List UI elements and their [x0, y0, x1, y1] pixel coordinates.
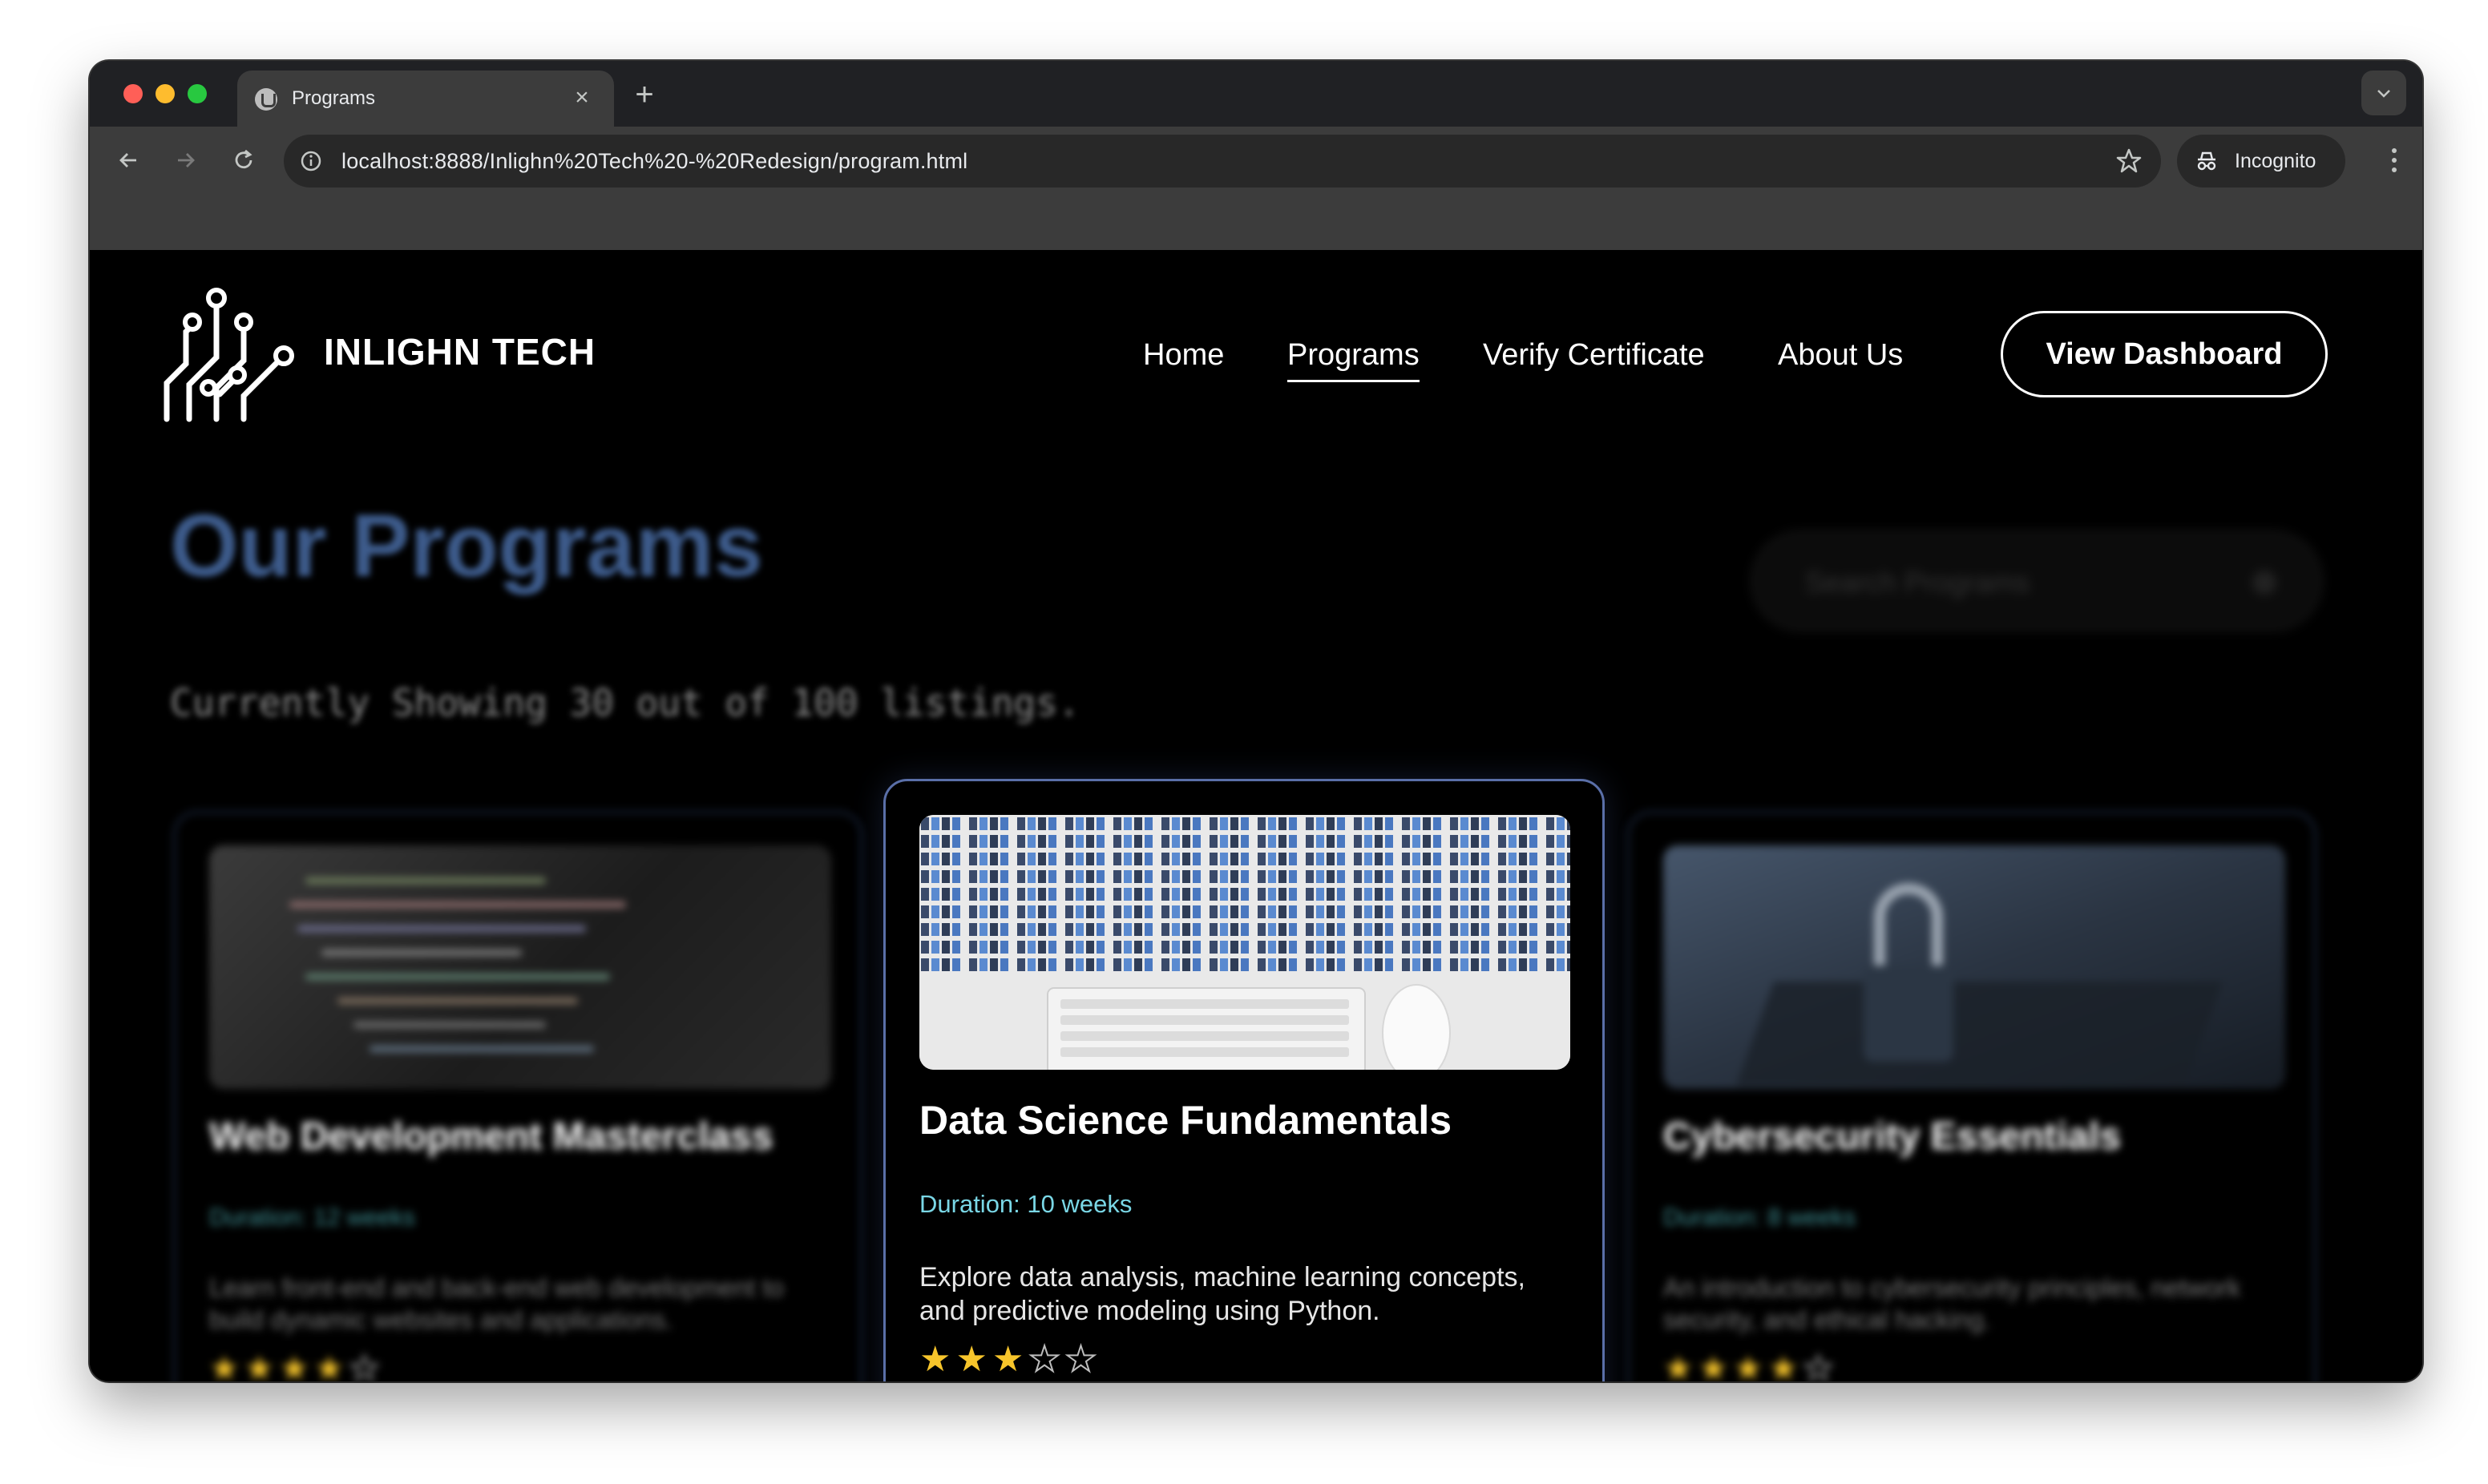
close-window-button[interactable] — [123, 84, 143, 103]
rating-stars: ★★★★★ — [209, 1349, 384, 1381]
bookmark-star-icon[interactable] — [2114, 147, 2143, 175]
nav-verify-certificate[interactable]: Verify Certificate — [1483, 338, 1705, 373]
program-description: An introduction to cybersecurity princip… — [1663, 1273, 2241, 1334]
program-duration: Duration: 12 weeks — [209, 1204, 415, 1231]
brand-name[interactable]: INLIGHN TECH — [324, 330, 596, 373]
listing-count: Currently Showing 30 out of 100 listings… — [170, 681, 1080, 724]
address-bar[interactable]: localhost:8888/Inlighn%20Tech%20-%20Rede… — [284, 135, 2161, 188]
program-image — [209, 845, 831, 1089]
tab-bar: Programs × + — [90, 61, 2422, 127]
tab-search-button[interactable] — [2361, 71, 2406, 115]
data-numbers-image — [919, 815, 1570, 1070]
reload-icon — [235, 149, 252, 169]
program-description: Learn front-end and back-end web develop… — [209, 1273, 784, 1334]
incognito-indicator[interactable]: Incognito — [2177, 135, 2345, 188]
program-duration: Duration: 10 weeks — [919, 1190, 1133, 1218]
more-menu-icon[interactable] — [2382, 143, 2406, 178]
star-filled-icon: ★★★ — [919, 1340, 1029, 1379]
minimize-window-button[interactable] — [156, 84, 175, 103]
incognito-icon — [2197, 151, 2216, 171]
arrow-left-icon — [119, 153, 136, 167]
url-text[interactable]: localhost:8888/Inlighn%20Tech%20-%20Rede… — [341, 149, 967, 174]
star-filled-icon: ★★★★ — [1663, 1349, 1803, 1381]
inlighn-logo-icon[interactable] — [162, 287, 300, 423]
back-button[interactable] — [111, 143, 146, 178]
program-title: Data Science Fundamentals — [919, 1098, 1452, 1143]
reload-button[interactable] — [226, 143, 261, 178]
search-placeholder: Search Programs — [1805, 566, 2030, 599]
browser-window: Programs × + localhost:8888/Inlighn%20Te… — [90, 61, 2422, 1381]
tab-close-button[interactable]: × — [566, 82, 598, 114]
program-title: Web Development Masterclass — [209, 1115, 773, 1158]
favicon-icon — [255, 88, 277, 111]
page-title: Our Programs — [170, 497, 763, 595]
browser-toolbar: localhost:8888/Inlighn%20Tech%20-%20Rede… — [90, 127, 2422, 194]
view-dashboard-button[interactable]: View Dashboard — [2001, 311, 2328, 397]
program-description: Explore data analysis, machine learning … — [919, 1262, 1525, 1326]
browser-tab[interactable]: Programs × — [237, 71, 614, 127]
info-icon[interactable] — [298, 148, 324, 174]
program-card[interactable]: Web Development Masterclass Duration: 12… — [173, 811, 862, 1381]
program-image — [1663, 845, 2285, 1089]
nav-programs[interactable]: Programs — [1287, 338, 1420, 382]
star-empty-icon: ★ — [349, 1349, 385, 1381]
tab-title: Programs — [292, 87, 376, 109]
rating-stars: ★★★★★ — [1663, 1349, 1838, 1381]
star-filled-icon: ★★★★ — [209, 1349, 349, 1381]
chevron-down-icon — [2377, 90, 2390, 98]
program-duration: Duration: 8 weeks — [1663, 1204, 1856, 1231]
page-viewport: INLIGHN TECH Home Programs Verify Certif… — [90, 250, 2422, 1381]
star-empty-icon: ★★ — [1028, 1339, 1102, 1380]
nav-about-us[interactable]: About Us — [1778, 338, 1903, 373]
maximize-window-button[interactable] — [188, 84, 207, 103]
rating-stars: ★★★★★ — [919, 1339, 1101, 1380]
nav-home[interactable]: Home — [1143, 338, 1224, 373]
incognito-label: Incognito — [2235, 150, 2316, 172]
forward-button[interactable] — [168, 143, 204, 178]
program-card[interactable]: Cybersecurity Essentials Duration: 8 wee… — [1627, 811, 2316, 1381]
program-title: Cybersecurity Essentials — [1663, 1115, 2121, 1158]
toolbar-spacer — [90, 194, 2422, 250]
search-input[interactable]: Search Programs — [1751, 530, 2323, 631]
padlock-keyboard-image — [1735, 883, 2223, 1086]
program-image — [919, 815, 1570, 1070]
program-card-featured[interactable]: Data Science Fundamentals Duration: 10 w… — [883, 779, 1605, 1381]
new-tab-button[interactable]: + — [627, 79, 662, 114]
search-icon[interactable] — [2252, 571, 2276, 595]
star-empty-icon: ★ — [1803, 1349, 1839, 1381]
arrow-right-icon — [178, 153, 195, 167]
